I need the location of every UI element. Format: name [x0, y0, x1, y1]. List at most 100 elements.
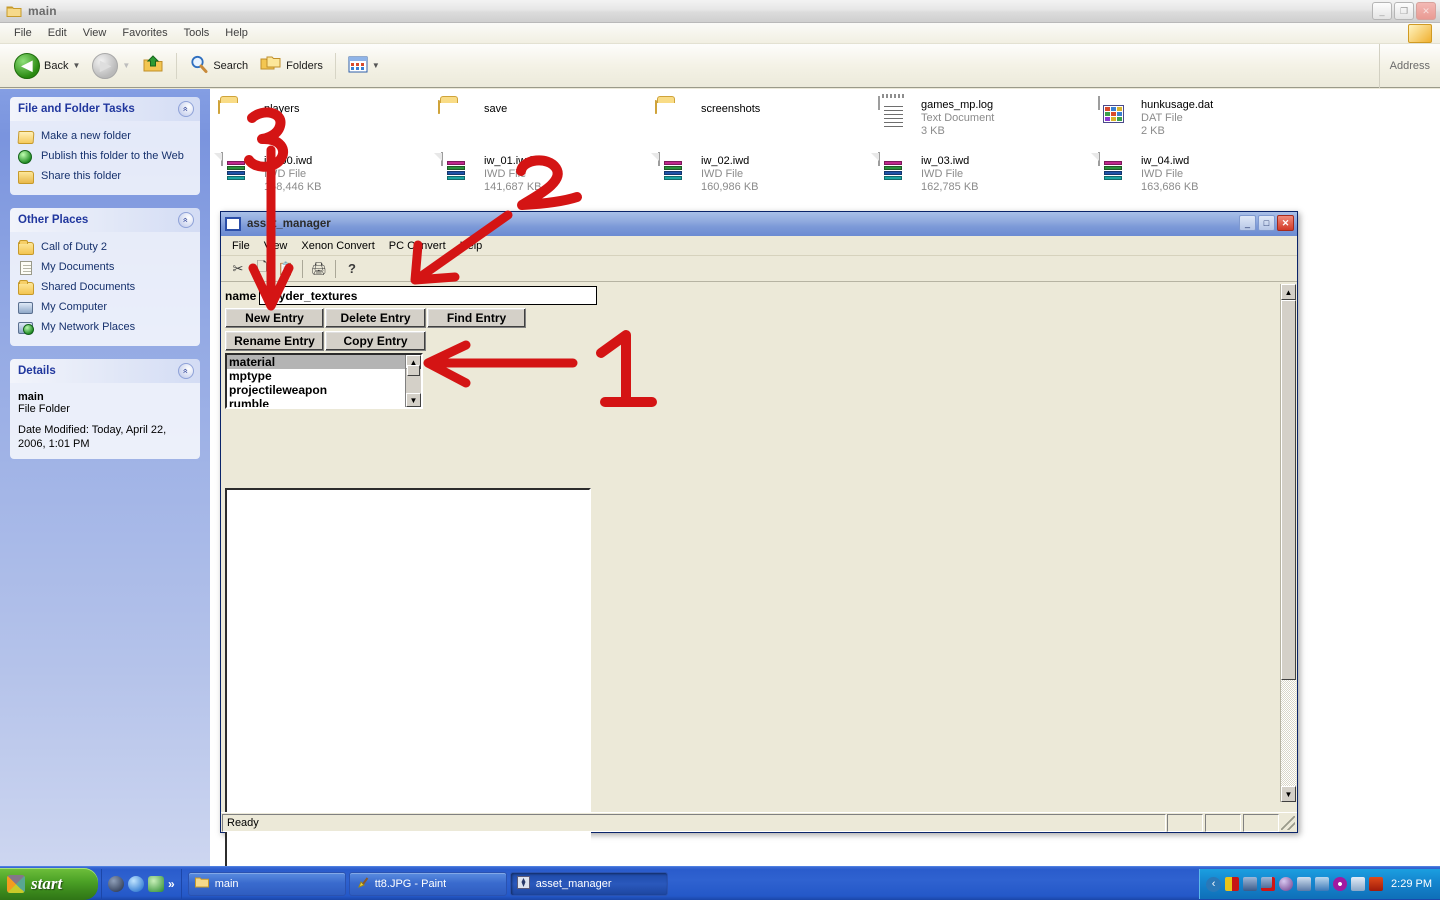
- back-button[interactable]: ◀ Back ▼: [8, 50, 86, 82]
- quicklaunch-overflow-icon[interactable]: »: [168, 877, 175, 891]
- taskbar-item-asset-manager[interactable]: asset_manager: [509, 871, 668, 896]
- ati-icon[interactable]: [1369, 877, 1384, 891]
- display-icon[interactable]: [1351, 877, 1366, 891]
- sidebar-item-share-folder[interactable]: Share this folder: [18, 167, 192, 187]
- search-icon: [189, 54, 209, 77]
- panel-header[interactable]: Details «: [10, 359, 200, 383]
- folder-icon: [18, 280, 34, 296]
- sidebar-item-my-computer[interactable]: My Computer: [18, 298, 192, 318]
- help-icon[interactable]: ?: [341, 258, 363, 279]
- panel-header[interactable]: File and Folder Tasks «: [10, 97, 200, 121]
- maximize-button[interactable]: □: [1258, 215, 1275, 231]
- chevron-up-icon[interactable]: «: [178, 363, 194, 379]
- netscape-icon[interactable]: [108, 875, 124, 892]
- resize-grip-icon[interactable]: [1281, 815, 1295, 830]
- entry-list[interactable]: material mptype projectileweapon rumble …: [225, 353, 423, 409]
- sidebar-item-label: My Network Places: [41, 321, 136, 333]
- file-item-iw-00[interactable]: iw_00.iwd IWD File 158,446 KB: [218, 152, 433, 194]
- cut-icon[interactable]: ✂: [227, 258, 249, 279]
- file-item-screenshots[interactable]: screenshots: [655, 100, 870, 139]
- address-bar-label[interactable]: Address: [1378, 44, 1440, 88]
- list-item[interactable]: mptype: [227, 369, 421, 383]
- network-icon[interactable]: [1243, 877, 1258, 891]
- sidebar-item-my-network-places[interactable]: My Network Places: [18, 318, 192, 338]
- menu-file[interactable]: File: [225, 238, 257, 254]
- sidebar-item-make-new-folder[interactable]: Make a new folder: [17, 127, 192, 147]
- details-type: File Folder: [18, 403, 70, 415]
- sidebar-item-call-of-duty-2[interactable]: Call of Duty 2: [18, 238, 192, 258]
- scrollbar-thumb[interactable]: [407, 364, 420, 376]
- asset-manager-vertical-scrollbar[interactable]: ▲ ▼: [1280, 284, 1296, 802]
- scrollbar-thumb[interactable]: [1281, 300, 1296, 680]
- list-item[interactable]: material: [227, 355, 421, 369]
- forward-button[interactable]: ▶ ▼: [86, 50, 136, 82]
- copy-entry-button[interactable]: Copy Entry: [325, 331, 426, 351]
- maximize-button[interactable]: ❐: [1394, 2, 1414, 20]
- scroll-down-icon[interactable]: ▼: [406, 393, 421, 407]
- views-button[interactable]: ▼: [342, 53, 386, 79]
- internet-explorer-icon[interactable]: [128, 875, 144, 892]
- taskbar-item-paint[interactable]: tt8.JPG - Paint: [348, 871, 507, 896]
- up-button[interactable]: [136, 50, 170, 81]
- close-button[interactable]: ✕: [1277, 215, 1294, 231]
- file-item-hunkusage-dat[interactable]: hunkusage.dat DAT File 2 KB: [1095, 96, 1310, 138]
- file-item-players[interactable]: players: [218, 100, 433, 139]
- menu-pc-convert[interactable]: PC Convert: [382, 238, 453, 254]
- file-item-iw-02[interactable]: iw_02.iwd IWD File 160,986 KB: [655, 152, 870, 194]
- menu-help[interactable]: Help: [217, 25, 256, 41]
- menu-favorites[interactable]: Favorites: [114, 25, 175, 41]
- copy-icon[interactable]: 🗋: [251, 258, 273, 279]
- rename-entry-button[interactable]: Rename Entry: [225, 331, 324, 351]
- chevron-up-icon[interactable]: «: [178, 212, 194, 228]
- sidebar-item-publish-to-web[interactable]: Publish this folder to the Web: [18, 147, 192, 167]
- file-item-games-mp-log[interactable]: games_mp.log Text Document 3 KB: [875, 96, 1090, 138]
- file-item-save[interactable]: save: [438, 100, 653, 139]
- minimize-button[interactable]: _: [1239, 215, 1256, 231]
- paste-icon[interactable]: 📋: [275, 258, 297, 279]
- clock[interactable]: 2:29 PM: [1391, 878, 1432, 890]
- find-entry-button[interactable]: Find Entry: [427, 308, 526, 328]
- zonealarm-icon[interactable]: [1225, 877, 1240, 891]
- sidebar-item-my-documents[interactable]: My Documents: [18, 258, 192, 278]
- scroll-up-icon[interactable]: ▲: [1281, 284, 1296, 300]
- scrollbar-track[interactable]: [1281, 300, 1296, 786]
- network-disconnect-icon[interactable]: [1261, 877, 1276, 891]
- list-item[interactable]: rumble: [227, 397, 421, 407]
- search-button[interactable]: Search: [183, 51, 254, 80]
- menu-help[interactable]: Help: [453, 238, 490, 254]
- printer-icon[interactable]: [1297, 877, 1312, 891]
- disc-icon[interactable]: [1333, 877, 1348, 891]
- media-icon[interactable]: [148, 875, 164, 892]
- monitor-icon[interactable]: [1315, 877, 1330, 891]
- close-button[interactable]: ✕: [1416, 2, 1436, 20]
- scroll-down-icon[interactable]: ▼: [1281, 786, 1296, 802]
- chevron-up-icon[interactable]: «: [178, 101, 194, 117]
- menu-tools[interactable]: Tools: [176, 25, 218, 41]
- menu-xenon-convert[interactable]: Xenon Convert: [294, 238, 381, 254]
- menu-view[interactable]: View: [257, 238, 295, 254]
- explorer-toolbar: ◀ Back ▼ ▶ ▼ Search Folders ▼ Address: [0, 44, 1440, 88]
- start-button[interactable]: start: [0, 867, 98, 900]
- entry-list-scrollbar[interactable]: ▲ ▼: [405, 355, 421, 407]
- taskbar-item-main[interactable]: main: [187, 871, 346, 896]
- file-item-iw-01[interactable]: iw_01.iwd IWD File 141,687 KB: [438, 152, 653, 194]
- sound-icon[interactable]: [1279, 877, 1294, 891]
- file-item-iw-03[interactable]: iw_03.iwd IWD File 162,785 KB: [875, 152, 1090, 194]
- panel-header[interactable]: Other Places «: [10, 208, 200, 232]
- menu-file[interactable]: File: [6, 25, 40, 41]
- quick-launch-bar: »: [101, 868, 182, 899]
- folders-button[interactable]: Folders: [254, 52, 329, 79]
- print-icon[interactable]: 🖨: [308, 258, 330, 279]
- list-item[interactable]: projectileweapon: [227, 383, 421, 397]
- menu-edit[interactable]: Edit: [40, 25, 75, 41]
- new-entry-button[interactable]: New Entry: [225, 308, 324, 328]
- views-dropdown-icon[interactable]: ▼: [372, 61, 380, 70]
- back-dropdown-icon[interactable]: ▼: [72, 61, 80, 70]
- sidebar-item-shared-documents[interactable]: Shared Documents: [18, 278, 192, 298]
- delete-entry-button[interactable]: Delete Entry: [325, 308, 426, 328]
- menu-view[interactable]: View: [75, 25, 115, 41]
- minimize-button[interactable]: _: [1372, 2, 1392, 20]
- name-input[interactable]: stryder_textures: [259, 286, 597, 305]
- tray-expand-icon[interactable]: ‹: [1206, 876, 1222, 892]
- file-item-iw-04[interactable]: iw_04.iwd IWD File 163,686 KB: [1095, 152, 1310, 194]
